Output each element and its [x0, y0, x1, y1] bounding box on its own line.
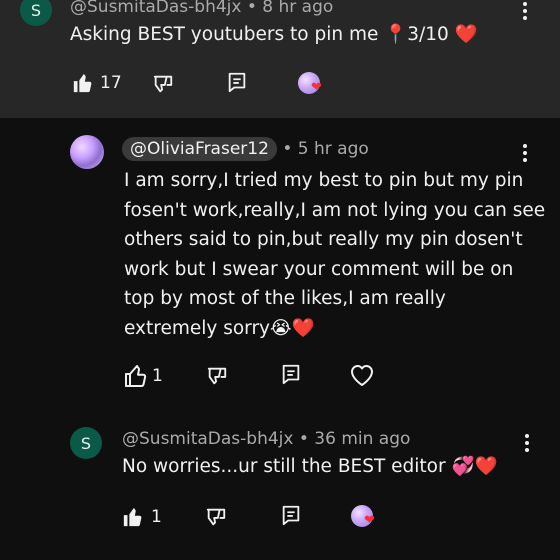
highlighted-comment: S @SusmitaDas-bh4jx • 8 hr ago Asking BE…	[0, 0, 560, 118]
avatar-letter: S	[80, 433, 92, 453]
like-count: 1	[152, 366, 163, 386]
comment-meta: @SusmitaDas-bh4jx • 8 hr ago	[70, 0, 333, 17]
heart-icon[interactable]	[349, 363, 375, 387]
comment-text: Asking BEST youtubers to pin me 📍3/10 ❤️	[70, 24, 478, 45]
reply-handle[interactable]: @SusmitaDas-bh4jx	[122, 429, 293, 449]
reply-meta: @SusmitaDas-bh4jx • 36 min ago	[122, 429, 410, 449]
comment-handle[interactable]: @SusmitaDas-bh4jx	[70, 0, 241, 17]
creator-heart-icon: ❤	[351, 505, 375, 529]
thumbs-up-icon[interactable]	[124, 364, 148, 388]
avatar[interactable]: S	[20, 0, 52, 26]
reply-text: I am sorry,I tried my best to pin but my…	[124, 166, 545, 343]
thumbs-up-icon[interactable]	[122, 506, 144, 528]
reply-handle[interactable]: @OliviaFraser12	[122, 137, 277, 161]
reply-text-line: top by most of the likes,I am really	[124, 288, 446, 309]
thumbs-up-icon[interactable]	[72, 72, 94, 94]
thumbs-down-icon[interactable]	[152, 73, 174, 95]
reply-comment-icon[interactable]	[226, 71, 248, 93]
reply-time: • 5 hr ago	[282, 139, 369, 159]
thumbs-down-icon[interactable]	[205, 506, 227, 528]
reply-comment-icon[interactable]	[280, 363, 302, 385]
more-options-button[interactable]	[522, 144, 528, 164]
like-count: 1	[151, 507, 162, 527]
reply-time: • 36 min ago	[298, 429, 411, 449]
thumbs-down-icon[interactable]	[206, 365, 228, 387]
reply-text-line: I am sorry,I tried my best to pin but my…	[124, 170, 524, 191]
more-options-button[interactable]	[522, 2, 528, 22]
avatar[interactable]: S	[70, 427, 102, 459]
creator-heart-icon: ❤	[298, 72, 322, 96]
reply-text-line: others said to pin,but really my pin dos…	[124, 229, 523, 250]
avatar[interactable]	[70, 135, 104, 169]
reply-text: No worries...ur still the BEST editor 💞❤…	[122, 456, 498, 477]
reply-text-line: extremely sorry😭❤️	[124, 317, 315, 339]
reply-comment-icon[interactable]	[280, 504, 302, 526]
more-options-button[interactable]	[524, 434, 530, 454]
reply-text-line: work but I swear your comment will be on	[124, 258, 514, 280]
reply-text-line: fosen't work,really,I am not lying you c…	[124, 199, 546, 221]
like-count: 17	[100, 73, 122, 93]
avatar-letter: S	[30, 0, 42, 20]
comment-time: • 8 hr ago	[246, 0, 334, 17]
reply-meta: @OliviaFraser12 • 5 hr ago	[122, 137, 369, 161]
